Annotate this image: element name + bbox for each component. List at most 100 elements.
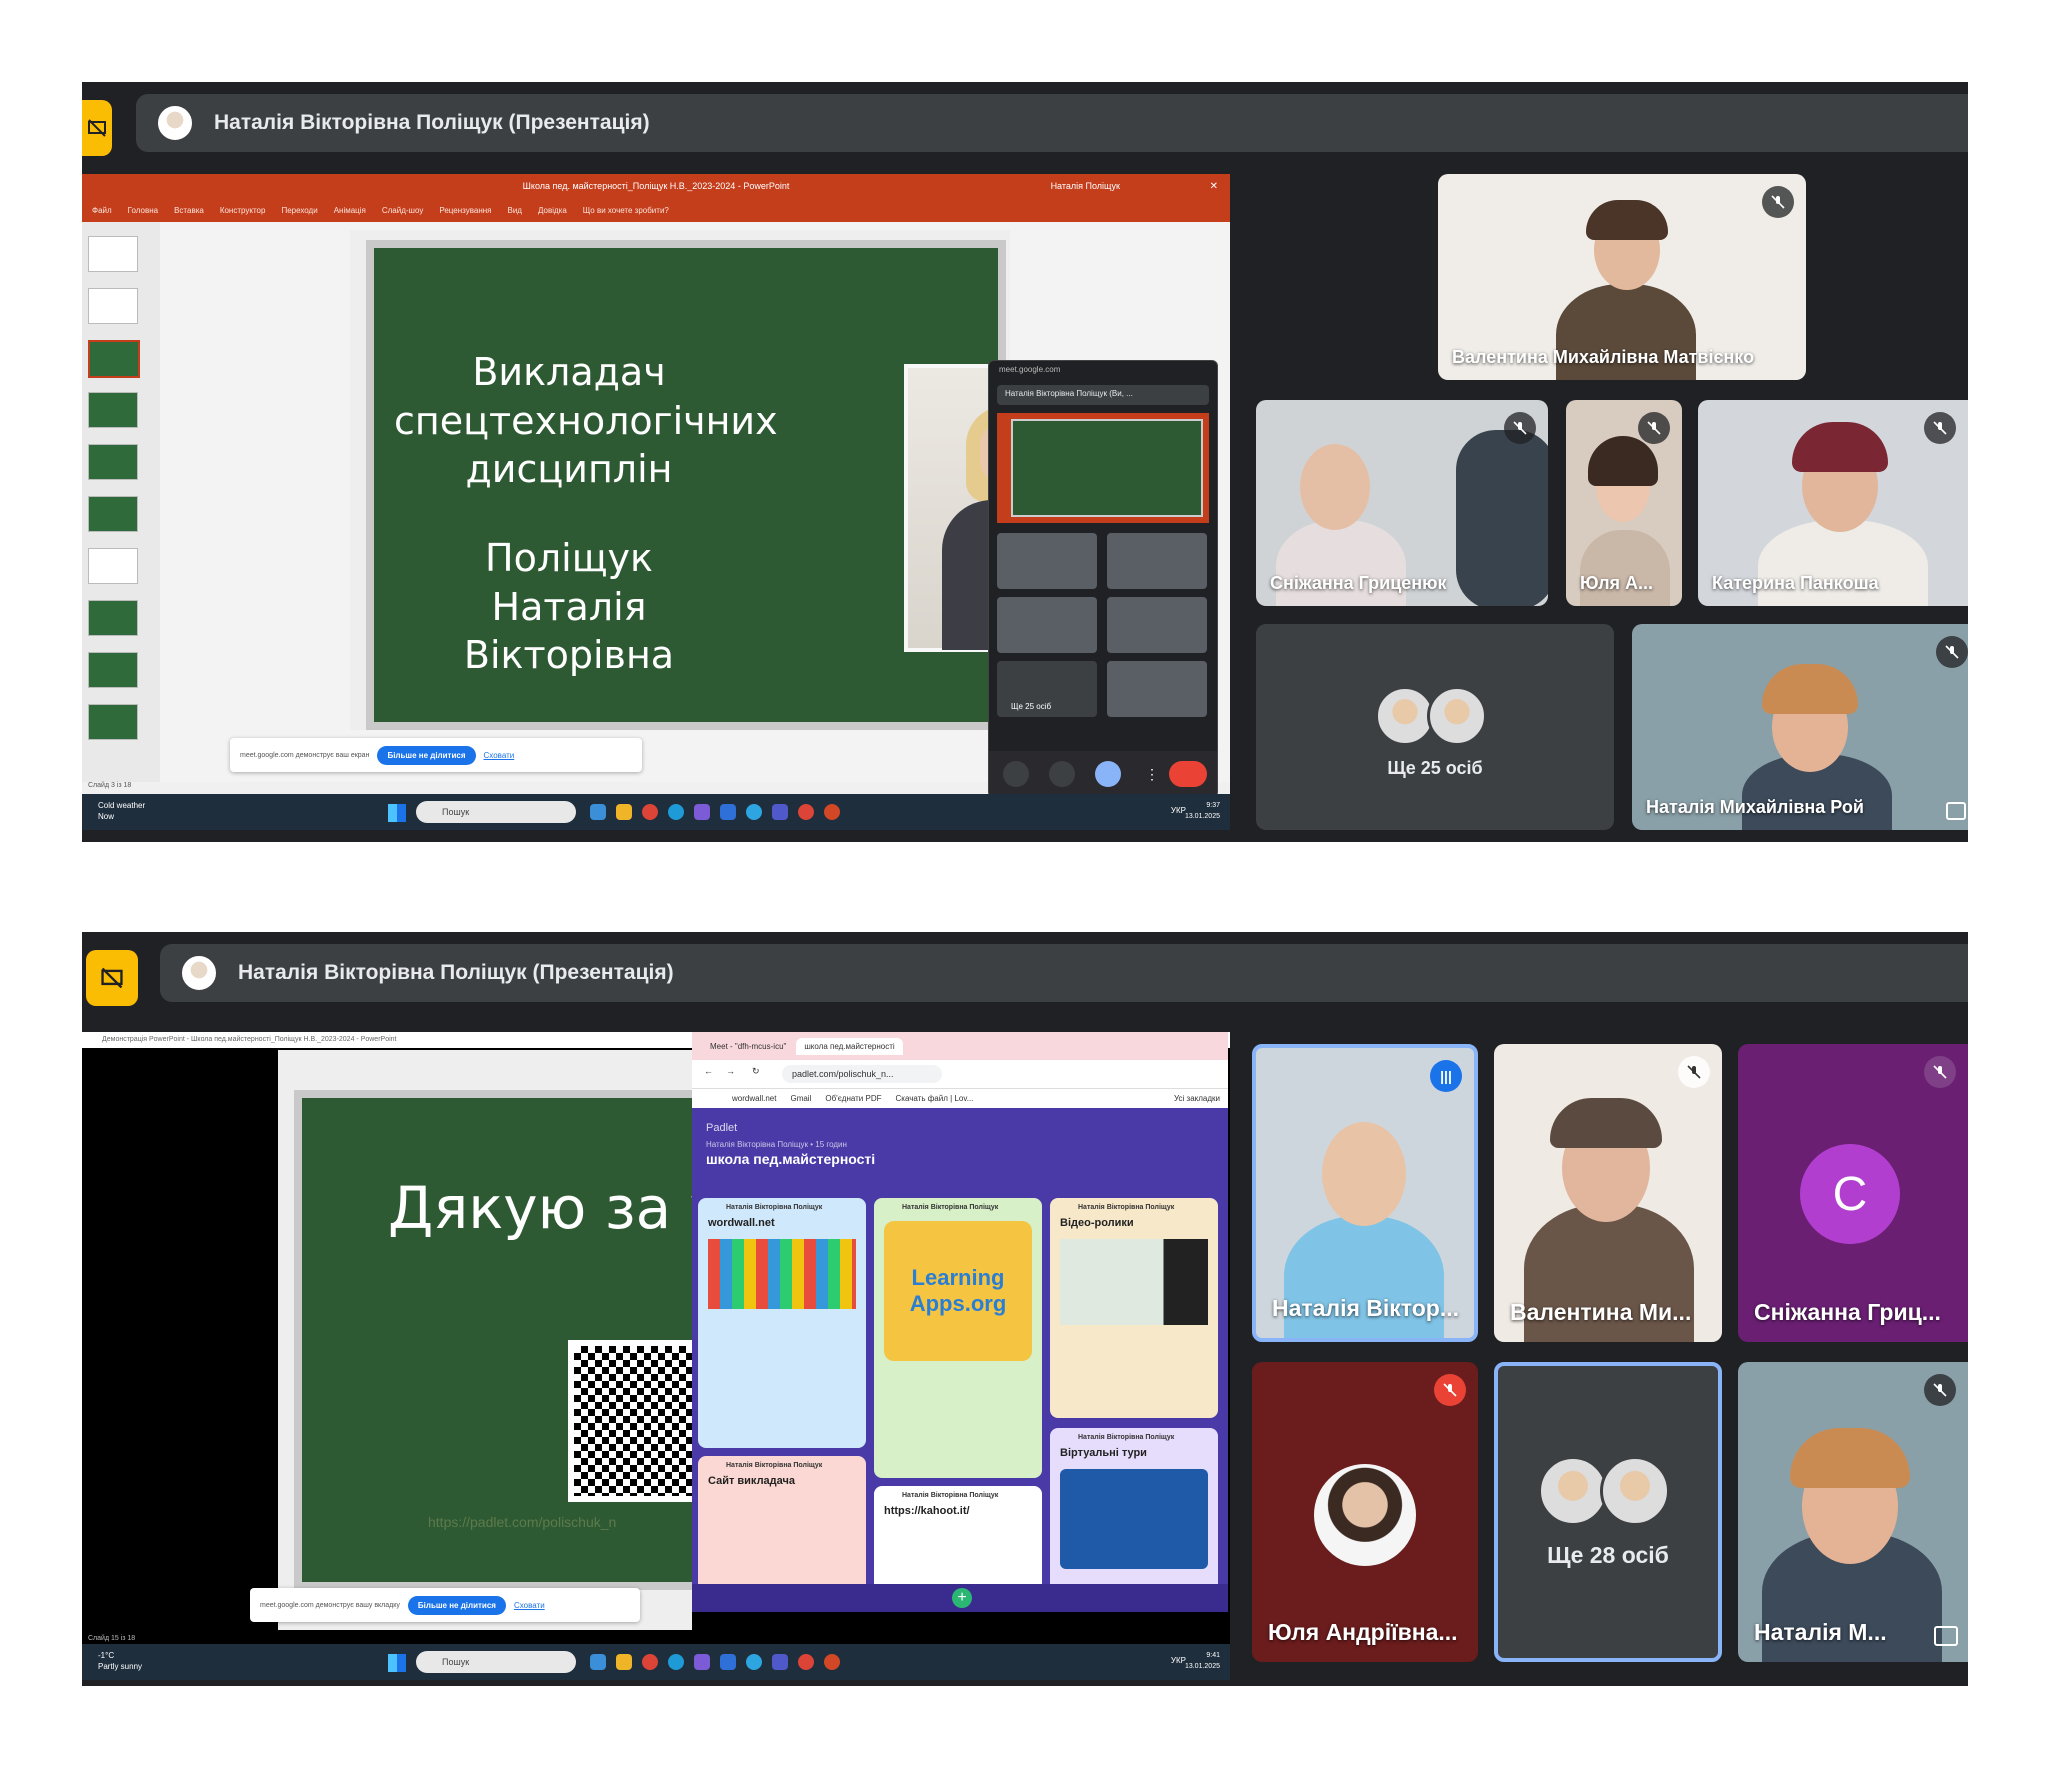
card-video-thumb[interactable]	[1060, 1239, 1208, 1325]
bookmark[interactable]: wordwall.net	[732, 1094, 776, 1103]
mic-button[interactable]	[1003, 761, 1029, 787]
slide-thumb[interactable]	[88, 236, 138, 272]
telegram-icon[interactable]	[746, 1654, 762, 1670]
weather-widget[interactable]: Cold weather Now	[98, 800, 145, 822]
slide-thumb[interactable]	[88, 652, 138, 688]
menu-item[interactable]: Переходи	[281, 206, 317, 215]
reload-icon[interactable]: ↻	[752, 1066, 760, 1077]
start-icon[interactable]	[388, 804, 406, 822]
pip-icon[interactable]	[1946, 802, 1966, 820]
slide-thumb[interactable]	[88, 288, 138, 324]
participant-tile[interactable]: Наталія М...	[1738, 1362, 1968, 1662]
weather-widget[interactable]: -1°C Partly sunny	[98, 1650, 142, 1672]
menu-item[interactable]: Анімація	[334, 206, 366, 215]
slide-thumb[interactable]	[88, 392, 138, 428]
participant-tile[interactable]: Юля Андріївна...	[1252, 1362, 1478, 1662]
chrome-icon[interactable]	[798, 804, 814, 820]
slide-thumb-selected[interactable]	[88, 340, 140, 378]
participant-tile[interactable]: Юля А...	[1566, 400, 1682, 606]
chrome-icon[interactable]	[642, 804, 658, 820]
viber-icon[interactable]	[694, 1654, 710, 1670]
url-field[interactable]: padlet.com/polischuk_n...	[782, 1065, 942, 1083]
folder-icon[interactable]	[616, 804, 632, 820]
camera-button[interactable]	[1049, 761, 1075, 787]
participant-tile[interactable]: Валентина Ми...	[1494, 1044, 1722, 1342]
card-title: wordwall.net	[708, 1217, 775, 1229]
language-indicator[interactable]: УКР	[1171, 1656, 1186, 1665]
bookmark[interactable]: Скачать файл | Lov...	[896, 1094, 974, 1103]
menu-item[interactable]: Рецензування	[439, 206, 491, 215]
telegram-icon[interactable]	[746, 804, 762, 820]
menu-item[interactable]: Конструктор	[220, 206, 266, 215]
menu-item[interactable]: Файл	[92, 206, 112, 215]
slide-thumb[interactable]	[88, 600, 138, 636]
slide-thumb[interactable]	[88, 496, 138, 532]
menu-item[interactable]: Головна	[128, 206, 158, 215]
participant-tile-speaking[interactable]: ||| Наталія Віктор...	[1252, 1044, 1478, 1342]
menu-item[interactable]: Довідка	[538, 206, 567, 215]
padlet-card[interactable]: Наталія Вікторівна Поліщук Віртуальні ту…	[1050, 1428, 1218, 1606]
slide-thumb[interactable]	[88, 444, 138, 480]
folder-icon[interactable]	[616, 1654, 632, 1670]
slide-thumbnails	[82, 222, 160, 786]
stop-sharing-button[interactable]: Більше не ділитися	[407, 1595, 506, 1615]
powerpoint-icon[interactable]	[824, 1654, 840, 1670]
padlet-card[interactable]: Наталія Вікторівна Поліщук Відео-ролики	[1050, 1198, 1218, 1418]
participant-tile[interactable]: Катерина Панкоша	[1698, 400, 1968, 606]
menu-item[interactable]: Вставка	[174, 206, 204, 215]
bookmark[interactable]: Об'єднати PDF	[825, 1094, 881, 1103]
viber-icon[interactable]	[694, 804, 710, 820]
stop-sharing-button[interactable]: Більше не ділитися	[377, 745, 476, 765]
present-button[interactable]	[1095, 761, 1121, 787]
teams-icon[interactable]	[772, 1654, 788, 1670]
app-icon[interactable]	[720, 1654, 736, 1670]
app-icon[interactable]	[720, 804, 736, 820]
slide-thumb[interactable]	[88, 704, 138, 740]
participant-tile[interactable]: Сніжанна Гриценюк	[1256, 400, 1548, 606]
padlet-card[interactable]: Наталія Вікторівна Поліщук wordwall.net	[698, 1198, 866, 1448]
taskbar-search[interactable]: Пошук	[416, 1651, 576, 1673]
tab-meet[interactable]: Meet - "dfh-mcus-icu"	[710, 1042, 786, 1051]
hide-link[interactable]: Сховати	[484, 751, 515, 760]
teams-icon[interactable]	[772, 804, 788, 820]
tell-me-field[interactable]: Що ви хочете зробити?	[583, 206, 669, 215]
padlet-card[interactable]: Наталія Вікторівна Поліщук Learning Apps…	[874, 1198, 1042, 1478]
presenter-name: Наталія Вікторівна Поліщук (Презентація)	[214, 111, 650, 134]
taskbar-search[interactable]: Пошук	[416, 801, 576, 823]
chrome-icon[interactable]	[642, 1654, 658, 1670]
bookmark[interactable]: Усі закладки	[1174, 1094, 1220, 1103]
bookmark[interactable]: Gmail	[790, 1094, 811, 1103]
tab-padlet[interactable]: школа пед.майстерності	[796, 1037, 903, 1055]
more-participants-tile[interactable]: Ще 25 осіб	[1256, 624, 1614, 830]
edge-icon[interactable]	[668, 804, 684, 820]
stop-presenting-button[interactable]	[82, 100, 112, 156]
add-post-icon[interactable]: +	[952, 1588, 972, 1608]
slide-canvas: Викладач спецтехнологічних дисциплін Пол…	[350, 230, 1108, 730]
menu-item[interactable]: Вид	[508, 206, 522, 215]
forward-icon[interactable]: →	[726, 1066, 735, 1076]
card-title: Сайт викладача	[708, 1475, 796, 1487]
participant-tile[interactable]: С Сніжанна Гриц...	[1738, 1044, 1968, 1342]
language-indicator[interactable]: УКР	[1171, 806, 1186, 815]
chrome-icon[interactable]	[798, 1654, 814, 1670]
mini-screen	[997, 413, 1209, 523]
more-participants-tile[interactable]: Ще 28 осіб	[1494, 1362, 1722, 1662]
start-icon[interactable]	[388, 1654, 406, 1672]
hide-link[interactable]: Сховати	[514, 1601, 545, 1610]
participant-tile[interactable]: Наталія Михайлівна Рой	[1632, 624, 1968, 830]
menu-item[interactable]: Слайд-шоу	[382, 206, 423, 215]
padlet-title: школа пед.майстерності	[706, 1151, 876, 1167]
stop-presenting-button[interactable]	[86, 950, 138, 1006]
app-icon[interactable]	[590, 1654, 606, 1670]
participant-tile[interactable]: Валентина Михайлівна Матвієнко	[1438, 174, 1806, 380]
close-icon[interactable]: ✕	[1210, 181, 1218, 192]
more-options-icon[interactable]: ⋮	[1139, 761, 1165, 787]
leave-call-button[interactable]	[1169, 761, 1207, 787]
slide-thumb[interactable]	[88, 548, 138, 584]
app-icon[interactable]	[590, 804, 606, 820]
powerpoint-icon[interactable]	[824, 804, 840, 820]
back-icon[interactable]: ←	[704, 1066, 713, 1076]
slide-line: спецтехнологічних	[394, 398, 778, 443]
edge-icon[interactable]	[668, 1654, 684, 1670]
pip-icon[interactable]	[1934, 1626, 1958, 1646]
